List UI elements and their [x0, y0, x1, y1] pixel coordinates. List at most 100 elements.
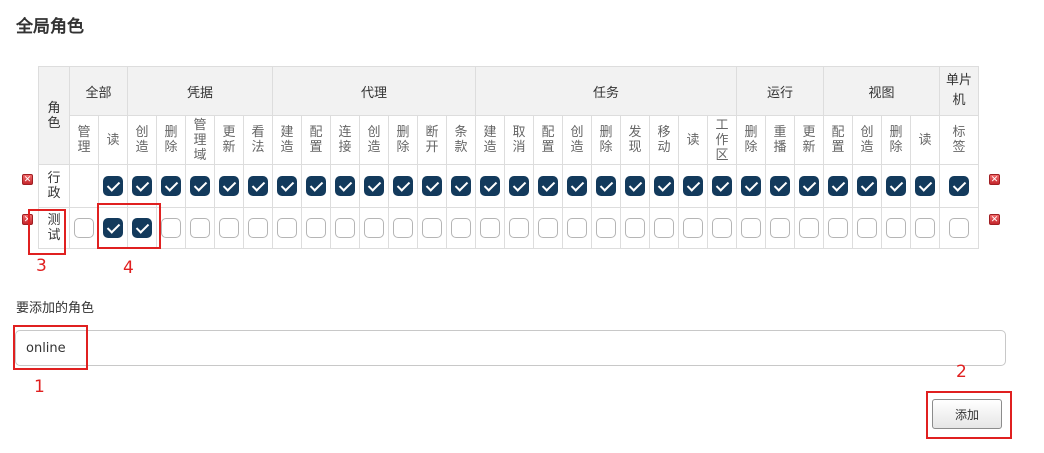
permission-checkbox-checked[interactable]: [857, 176, 877, 196]
permission-checkbox-unchecked[interactable]: [683, 218, 703, 238]
permission-cell: [69, 164, 99, 208]
delete-role-icon[interactable]: ✕: [22, 174, 33, 185]
permission-checkbox-checked[interactable]: [306, 176, 326, 196]
permission-checkbox-checked[interactable]: [915, 176, 935, 196]
permission-checkbox-checked[interactable]: [480, 176, 500, 196]
permission-cell: [185, 207, 215, 249]
permission-checkbox-unchecked[interactable]: [567, 218, 587, 238]
permission-checkbox-checked[interactable]: [683, 176, 703, 196]
permission-checkbox-checked[interactable]: [190, 176, 210, 196]
permission-checkbox-unchecked[interactable]: [828, 218, 848, 238]
annotation-box-4: [97, 203, 161, 249]
permission-checkbox-checked[interactable]: [654, 176, 674, 196]
permission-header: 工作区: [707, 115, 737, 165]
permission-checkbox-unchecked[interactable]: [335, 218, 355, 238]
permission-cell: [707, 164, 737, 208]
permission-checkbox-checked[interactable]: [161, 176, 181, 196]
permission-group-header: 单片机: [939, 66, 979, 116]
permission-cell: [272, 207, 302, 249]
permission-header: 连接: [330, 115, 360, 165]
permission-checkbox-checked[interactable]: [625, 176, 645, 196]
permission-checkbox-unchecked[interactable]: [741, 218, 761, 238]
permission-checkbox-checked[interactable]: [335, 176, 355, 196]
permission-cell: [533, 207, 563, 249]
permission-checkbox-checked[interactable]: [451, 176, 471, 196]
permission-checkbox-checked[interactable]: [567, 176, 587, 196]
permission-checkbox-unchecked[interactable]: [886, 218, 906, 238]
permission-checkbox-unchecked[interactable]: [480, 218, 500, 238]
permission-checkbox-checked[interactable]: [422, 176, 442, 196]
permission-header: 看法: [243, 115, 273, 165]
permission-checkbox-unchecked[interactable]: [277, 218, 297, 238]
permission-header: 管理: [69, 115, 99, 165]
role-row: 测试: [38, 207, 979, 249]
permission-checkbox-unchecked[interactable]: [74, 218, 94, 238]
permission-checkbox-checked[interactable]: [596, 176, 616, 196]
permission-checkbox-checked[interactable]: [509, 176, 529, 196]
permission-cell: [127, 164, 157, 208]
permission-checkbox-unchecked[interactable]: [248, 218, 268, 238]
permission-checkbox-unchecked[interactable]: [451, 218, 471, 238]
permission-checkbox-unchecked[interactable]: [799, 218, 819, 238]
permission-checkbox-unchecked[interactable]: [625, 218, 645, 238]
permission-cell: [388, 164, 418, 208]
permission-checkbox-checked[interactable]: [103, 176, 123, 196]
permission-cell: [69, 207, 99, 249]
permission-cell: [330, 207, 360, 249]
permission-checkbox-checked[interactable]: [393, 176, 413, 196]
permission-cell: [823, 164, 853, 208]
permission-checkbox-unchecked[interactable]: [219, 218, 239, 238]
role-row: 行政: [38, 164, 979, 208]
permission-checkbox-unchecked[interactable]: [306, 218, 326, 238]
permission-header: 断开: [417, 115, 447, 165]
delete-role-icon[interactable]: ✕: [989, 214, 1000, 225]
permission-group-header: 运行: [736, 66, 824, 116]
permission-checkbox-checked[interactable]: [886, 176, 906, 196]
permission-cell: [881, 164, 911, 208]
permission-checkbox-unchecked[interactable]: [915, 218, 935, 238]
annotation-number-3: 3: [36, 256, 47, 276]
permission-checkbox-checked[interactable]: [828, 176, 848, 196]
permission-checkbox-checked[interactable]: [248, 176, 268, 196]
permission-cell: [736, 207, 766, 249]
permission-checkbox-unchecked[interactable]: [393, 218, 413, 238]
permission-cell: [388, 207, 418, 249]
permission-checkbox-checked[interactable]: [219, 176, 239, 196]
permission-cell: [504, 207, 534, 249]
permission-checkbox-unchecked[interactable]: [654, 218, 674, 238]
permission-checkbox-checked[interactable]: [277, 176, 297, 196]
permission-checkbox-checked[interactable]: [364, 176, 384, 196]
permission-checkbox-unchecked[interactable]: [422, 218, 442, 238]
permission-checkbox-checked[interactable]: [770, 176, 790, 196]
permission-checkbox-checked[interactable]: [741, 176, 761, 196]
permission-checkbox-unchecked[interactable]: [712, 218, 732, 238]
role-column-header: 角色: [38, 66, 70, 165]
delete-role-icon[interactable]: ✕: [989, 174, 1000, 185]
permission-header: 发现: [620, 115, 650, 165]
permission-checkbox-unchecked[interactable]: [190, 218, 210, 238]
permission-checkbox-unchecked[interactable]: [364, 218, 384, 238]
permission-header: 读: [98, 115, 128, 165]
permission-checkbox-unchecked[interactable]: [596, 218, 616, 238]
permission-cell: [417, 207, 447, 249]
permission-cell: [765, 164, 795, 208]
permission-checkbox-checked[interactable]: [949, 176, 969, 196]
permission-checkbox-unchecked[interactable]: [949, 218, 969, 238]
permission-checkbox-checked[interactable]: [538, 176, 558, 196]
permission-cell: [475, 164, 505, 208]
permission-cell: [359, 207, 389, 249]
permission-cell: [939, 207, 979, 249]
permission-checkbox-checked[interactable]: [132, 176, 152, 196]
permission-checkbox-unchecked[interactable]: [161, 218, 181, 238]
permission-cell: [881, 207, 911, 249]
permission-checkbox-checked[interactable]: [712, 176, 732, 196]
permission-checkbox-unchecked[interactable]: [857, 218, 877, 238]
permission-cell: [939, 164, 979, 208]
permission-checkbox-checked[interactable]: [799, 176, 819, 196]
role-to-add-input[interactable]: [15, 330, 1006, 366]
permission-checkbox-unchecked[interactable]: [509, 218, 529, 238]
permission-cell: [852, 164, 882, 208]
permission-group-header: 凭据: [127, 66, 273, 116]
permission-checkbox-unchecked[interactable]: [770, 218, 790, 238]
permission-checkbox-unchecked[interactable]: [538, 218, 558, 238]
